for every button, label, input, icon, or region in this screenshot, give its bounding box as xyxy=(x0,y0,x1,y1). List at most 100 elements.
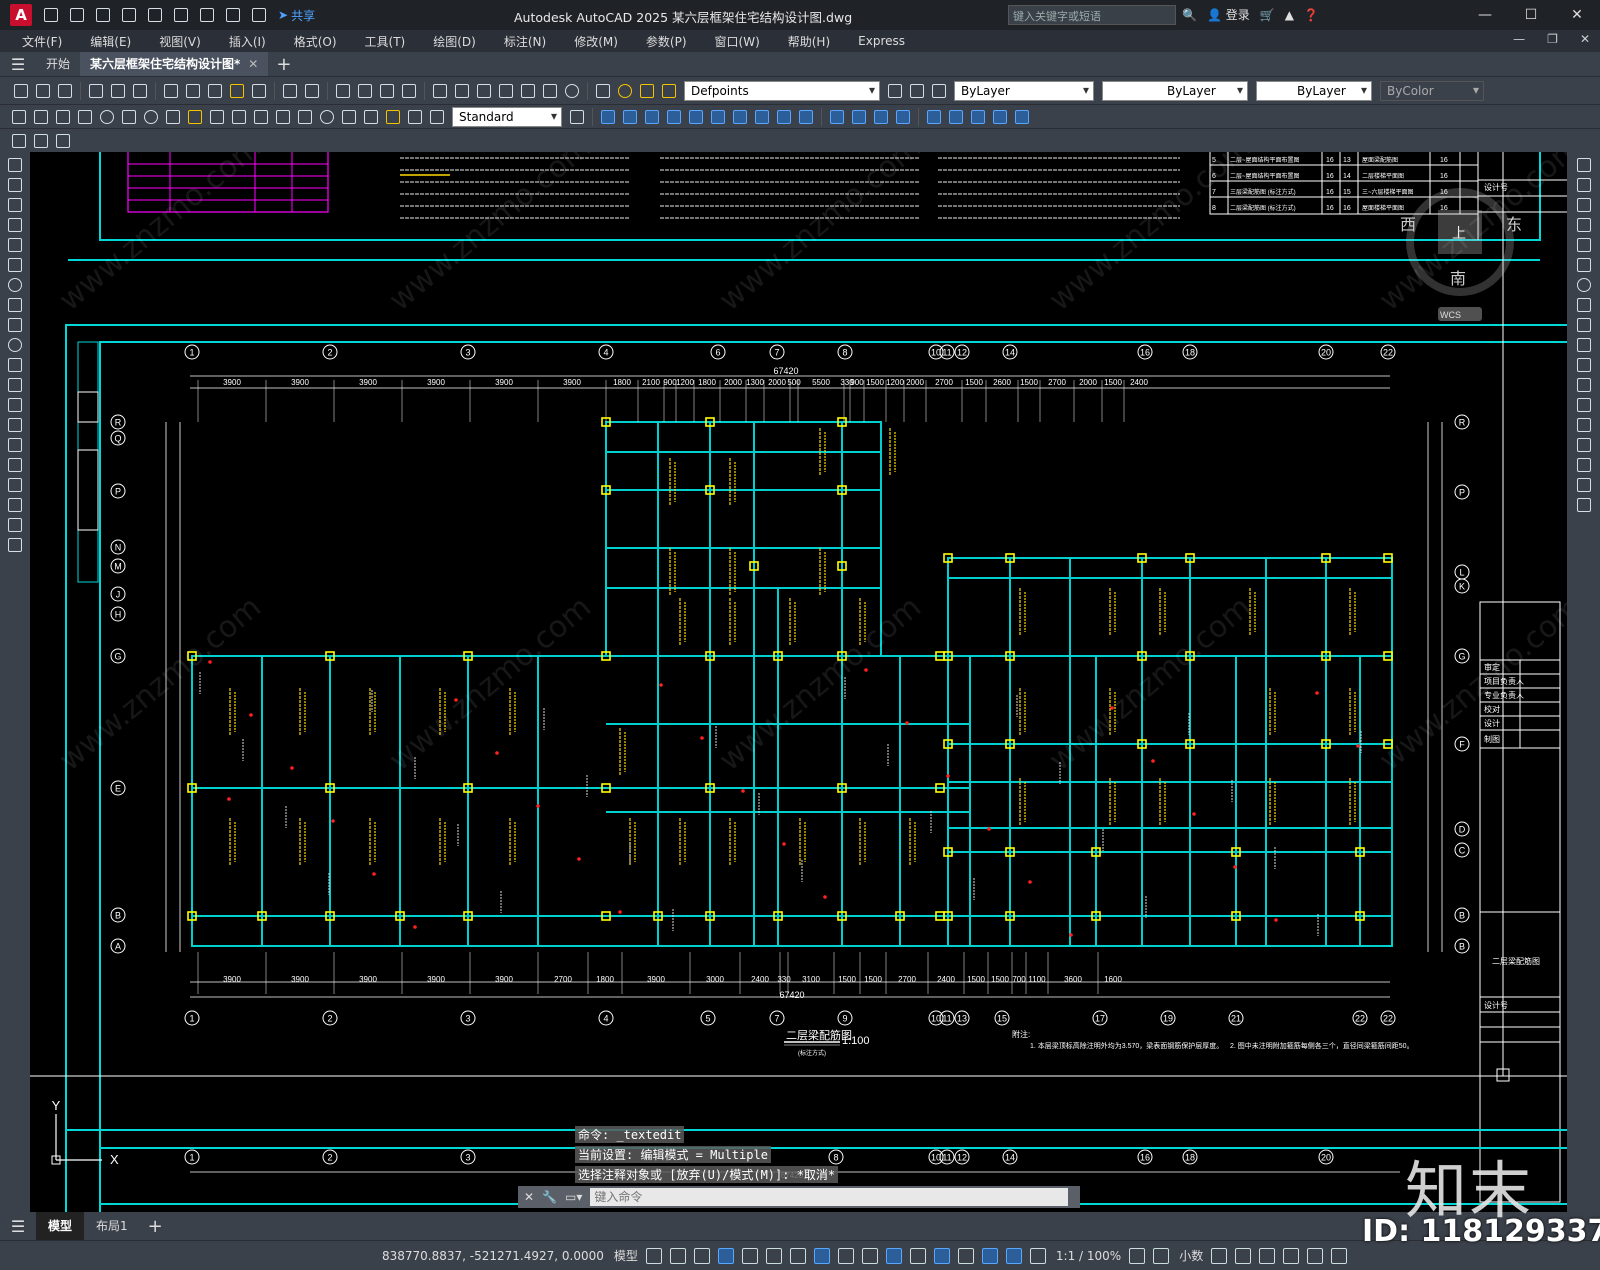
doc-restore-button[interactable]: ❐ xyxy=(1547,32,1558,46)
ortho-icon[interactable] xyxy=(741,1247,758,1264)
save-web-icon[interactable] xyxy=(172,6,190,24)
view-3d-icon-8[interactable] xyxy=(753,108,771,126)
units-dropdown[interactable]: 小数 xyxy=(1179,1247,1203,1264)
make-block-icon[interactable] xyxy=(6,396,24,414)
zoom-realtime-icon[interactable] xyxy=(356,82,374,100)
menu-file[interactable]: 文件(F) xyxy=(16,33,68,50)
visual-style-icon-1[interactable] xyxy=(828,108,846,126)
print-icon[interactable] xyxy=(198,6,216,24)
login-button[interactable]: 👤 登录 xyxy=(1207,6,1250,23)
hatch-icon[interactable] xyxy=(6,436,24,454)
command-close-icon[interactable]: ✕ xyxy=(524,1190,534,1204)
circle-icon[interactable] xyxy=(6,276,24,294)
grid-icon[interactable] xyxy=(645,1247,662,1264)
ucs-icon-5[interactable] xyxy=(1013,108,1031,126)
wcs-label[interactable]: WCS xyxy=(1440,310,1461,320)
layer-dropdown[interactable]: Defpoints xyxy=(684,80,880,101)
ordinate-dim-icon[interactable] xyxy=(76,108,94,126)
redo-icon[interactable] xyxy=(250,6,268,24)
doc-close-button[interactable]: ✕ xyxy=(1580,32,1590,46)
menu-draw[interactable]: 绘图(D) xyxy=(427,33,482,50)
model-space-button[interactable]: 模型 xyxy=(614,1247,638,1264)
erase-icon[interactable] xyxy=(1575,156,1593,174)
ellipse-icon[interactable] xyxy=(6,336,24,354)
quick-properties-icon[interactable] xyxy=(1211,1247,1228,1264)
menu-dimension[interactable]: 标注(N) xyxy=(498,33,552,50)
ucs-icon-1[interactable] xyxy=(925,108,943,126)
view-3d-icon-7[interactable] xyxy=(731,108,749,126)
ucs-icon-3[interactable] xyxy=(969,108,987,126)
design-center-icon[interactable] xyxy=(453,82,471,100)
tolerance-icon[interactable] xyxy=(296,108,314,126)
view-3d-icon-10[interactable] xyxy=(797,108,815,126)
coordinate-readout[interactable]: 838770.8837, -521271.4927, 0.0000 xyxy=(382,1249,604,1263)
ellipse-arc-icon[interactable] xyxy=(6,356,24,374)
share-button[interactable]: ➤ 共享 xyxy=(278,7,315,24)
explode-icon[interactable] xyxy=(1575,496,1593,514)
transparency-icon[interactable] xyxy=(885,1247,902,1264)
snap-icon[interactable] xyxy=(669,1247,686,1264)
publish-icon[interactable] xyxy=(131,82,149,100)
tool-palettes-icon[interactable] xyxy=(475,82,493,100)
jogged-dim-icon[interactable] xyxy=(120,108,138,126)
layer-lock-icon[interactable] xyxy=(660,82,678,100)
dynamic-ucs-icon[interactable] xyxy=(957,1247,974,1264)
autodesk-a360-icon[interactable]: ▲ xyxy=(1285,8,1294,22)
open-file-icon[interactable] xyxy=(68,6,86,24)
save-icon[interactable] xyxy=(94,6,112,24)
ucs-icon-2[interactable] xyxy=(947,108,965,126)
menu-tools[interactable]: 工具(T) xyxy=(359,33,412,50)
object-snap-icon[interactable] xyxy=(837,1247,854,1264)
compass-up[interactable]: 上 xyxy=(1452,225,1466,241)
block-editor-icon[interactable] xyxy=(250,82,268,100)
dynamic-input-icon[interactable] xyxy=(717,1247,734,1264)
open-web-icon[interactable] xyxy=(146,6,164,24)
compass-west[interactable]: 西 xyxy=(1400,217,1416,234)
inspection-icon[interactable] xyxy=(340,108,358,126)
menu-express[interactable]: Express xyxy=(852,34,911,48)
mtext-icon[interactable] xyxy=(6,516,24,534)
selection-cycling-icon[interactable] xyxy=(909,1247,926,1264)
paste-icon[interactable] xyxy=(206,82,224,100)
diameter-dim-icon[interactable] xyxy=(142,108,160,126)
express-tool-icon-2[interactable] xyxy=(32,132,50,150)
cart-icon[interactable]: 🛒 xyxy=(1260,8,1275,22)
pan-icon[interactable] xyxy=(334,82,352,100)
customization-menu-icon[interactable] xyxy=(1331,1247,1348,1264)
dim-space-icon[interactable] xyxy=(252,108,270,126)
spline-icon[interactable] xyxy=(6,316,24,334)
tab-active-drawing[interactable]: 某六层框架住宅结构设计图* ✕ xyxy=(80,52,269,76)
selection-filter-icon[interactable] xyxy=(981,1247,998,1264)
jogged-linear-icon[interactable] xyxy=(362,108,380,126)
command-recent-icon[interactable]: ▭▾ xyxy=(565,1190,582,1204)
search-input[interactable]: 键入关键字或短语 xyxy=(1008,5,1176,25)
minimize-button[interactable]: — xyxy=(1462,0,1508,30)
linear-dim-icon[interactable] xyxy=(10,108,28,126)
layer-properties-icon[interactable] xyxy=(594,82,612,100)
angular-dim-icon[interactable] xyxy=(164,108,182,126)
scale-icon[interactable] xyxy=(1575,296,1593,314)
menu-hamburger-icon[interactable]: ☰ xyxy=(0,55,36,74)
annotation-visibility-icon[interactable] xyxy=(1029,1247,1046,1264)
point-icon[interactable] xyxy=(6,416,24,434)
zoom-window-icon[interactable] xyxy=(378,82,396,100)
gradient-icon[interactable] xyxy=(6,456,24,474)
object-snap-tracking-icon[interactable] xyxy=(813,1247,830,1264)
dim-edit-icon[interactable] xyxy=(384,108,402,126)
view-3d-icon-6[interactable] xyxy=(709,108,727,126)
extend-icon[interactable] xyxy=(1575,356,1593,374)
3d-osnap-icon[interactable] xyxy=(933,1247,950,1264)
arc-icon[interactable] xyxy=(6,256,24,274)
view-3d-icon-5[interactable] xyxy=(687,108,705,126)
array-icon[interactable] xyxy=(1575,236,1593,254)
text-style-dropdown[interactable]: Standard xyxy=(452,106,562,127)
blend-icon[interactable] xyxy=(1575,476,1593,494)
layer-on-icon[interactable] xyxy=(616,82,634,100)
close-button[interactable]: ✕ xyxy=(1554,0,1600,30)
insert-block-icon[interactable] xyxy=(6,376,24,394)
isodraft-icon[interactable] xyxy=(789,1247,806,1264)
compass-south[interactable]: 南 xyxy=(1450,270,1466,288)
visual-style-icon-2[interactable] xyxy=(850,108,868,126)
view-3d-icon-9[interactable] xyxy=(775,108,793,126)
lock-ui-icon[interactable] xyxy=(1235,1247,1252,1264)
